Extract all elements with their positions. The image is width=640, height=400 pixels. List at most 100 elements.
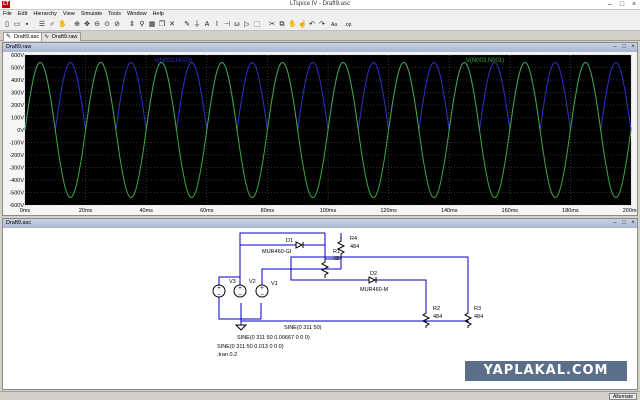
zoom-cancel-icon[interactable]: ⊘	[113, 21, 121, 29]
zoom-in-icon[interactable]: ⊕	[73, 21, 81, 29]
diode-icon[interactable]: ▷	[243, 21, 251, 29]
copy-icon[interactable]: ⧉	[278, 21, 286, 29]
y-tick-label: -200V	[9, 153, 24, 159]
menu-view[interactable]: View	[60, 10, 78, 19]
close-icon[interactable]: ×	[628, 0, 640, 9]
y-tick-label: 500V	[11, 66, 24, 72]
wire-icon[interactable]: ✎	[183, 21, 191, 29]
menu-hierarchy[interactable]: Hierarchy	[30, 10, 60, 19]
inductor-icon[interactable]: ω	[233, 21, 241, 29]
menu-edit[interactable]: Edit	[15, 10, 30, 19]
label-d1: D1	[286, 238, 293, 244]
x-tick-label: 160ms	[502, 208, 519, 214]
waveform-plot[interactable]: 0ms 20ms 40ms 60ms 80ms 100ms 120ms 140ms 160ms 1…	[3, 43, 637, 215]
x-tick-label: 20ms	[79, 208, 93, 214]
halt-icon[interactable]: ✋	[58, 21, 67, 29]
menu-help[interactable]: Help	[150, 10, 167, 19]
x-tick-label: 60ms	[200, 208, 214, 214]
tile-icon[interactable]: ▦	[148, 21, 156, 29]
menu-window[interactable]: Window	[124, 10, 150, 19]
tab-label: Draft9.raw	[52, 34, 78, 40]
label-r1-value: 484	[333, 256, 342, 262]
redo-icon[interactable]: ↷	[318, 21, 326, 29]
waveform-viewer-pane: Draft9.raw – □ × 0ms 20ms 40ms 60ms 80ms 100m…	[2, 42, 638, 216]
maximize-icon[interactable]: □	[616, 0, 628, 9]
legend-entry-1: V(N003,N001)	[466, 58, 504, 64]
label-r4-value: 484	[350, 244, 359, 250]
label-d1-model: MUR460-GI	[262, 249, 292, 255]
tab-draft9-asc[interactable]: ✎ Draft9.asc	[3, 32, 44, 41]
schematic-tab-icon: ✎	[6, 34, 12, 40]
x-tick-label: 180ms	[562, 208, 579, 214]
label-v2: V2	[249, 279, 256, 285]
label-r1: R1	[333, 249, 340, 255]
label-r3-value: 484	[474, 314, 483, 320]
drag-icon[interactable]: ☝	[298, 21, 307, 29]
pan-icon[interactable]: ✥	[83, 21, 91, 29]
run-icon[interactable]: ♂	[48, 21, 56, 29]
text-icon[interactable]: Aa	[328, 21, 340, 29]
label-v3-value: SINE(0 311 50 0.013 0 0 0)	[217, 344, 284, 350]
y-tick-label: -100V	[9, 141, 24, 147]
tab-draft9-raw[interactable]: ∿ Draft9.raw	[41, 32, 82, 41]
label-v2-value: SINE(0 311 50 0.00667 0 0 0)	[237, 335, 310, 341]
settings-icon[interactable]: ☰	[38, 21, 46, 29]
menu-file[interactable]: File	[0, 10, 15, 19]
x-tick-label: 40ms	[139, 208, 153, 214]
autorange-icon[interactable]: ⇕	[128, 21, 136, 29]
y-tick-label: 300V	[11, 91, 24, 97]
x-tick-label: 80ms	[261, 208, 275, 214]
spice-directive-icon[interactable]: .op	[342, 21, 354, 29]
label-d2: D2	[370, 271, 377, 277]
cut-icon[interactable]: ✂	[268, 21, 276, 29]
undo-icon[interactable]: ↶	[308, 21, 316, 29]
cascade-icon[interactable]: ❐	[158, 21, 166, 29]
status-bar: Alternate	[0, 391, 640, 400]
y-tick-label: 0V	[17, 128, 24, 134]
y-tick-label: 100V	[11, 116, 24, 122]
label-r3: R3	[474, 306, 481, 312]
open-folder-icon[interactable]: ▭	[13, 21, 21, 29]
menu-tools[interactable]: Tools	[105, 10, 124, 19]
y-tick-label: -300V	[9, 166, 24, 172]
y-tick-label: -600V	[9, 203, 24, 209]
waveform-tab-icon: ∿	[44, 34, 50, 40]
minimize-icon[interactable]: –	[604, 0, 616, 9]
spice-directive-tran: .tran 0.2	[217, 352, 237, 358]
close-icon[interactable]: ✕	[168, 21, 176, 29]
menu-simulate[interactable]: Simulate	[78, 10, 105, 19]
probe-icon[interactable]: ⚲	[138, 21, 146, 29]
window-title: LTspice IV - Draft9.asc	[290, 1, 350, 7]
new-file-icon[interactable]: ▯	[3, 21, 11, 29]
x-tick-label: 120ms	[380, 208, 397, 214]
label-icon[interactable]: A	[203, 21, 211, 29]
save-icon[interactable]: ▪	[23, 21, 31, 29]
x-tick-label: 140ms	[441, 208, 458, 214]
label-d2-model: MUR460-M	[360, 287, 389, 293]
resistor-r2-icon	[421, 311, 431, 328]
document-tabs: ✎ Draft9.asc ∿ Draft9.raw	[0, 31, 640, 41]
y-tick-label: -400V	[9, 178, 24, 184]
x-tick-label: 200ms	[623, 208, 637, 214]
move-icon[interactable]: ✋	[288, 21, 297, 29]
label-v1: V1	[271, 281, 278, 287]
y-tick-label: 400V	[11, 78, 24, 84]
menu-bar: File Edit Hierarchy View Simulate Tools Window…	[0, 10, 640, 19]
zoom-fit-icon[interactable]: ⊙	[103, 21, 111, 29]
component-icon[interactable]: ⬚	[253, 21, 261, 29]
capacitor-icon[interactable]: ⊣	[223, 21, 231, 29]
tab-label: Draft9.asc	[14, 34, 40, 40]
diode-d2-icon	[368, 276, 377, 284]
status-mode: Alternate	[608, 393, 637, 400]
resistor-icon[interactable]: ⌇	[213, 21, 221, 29]
zoom-out-icon[interactable]: ⊖	[93, 21, 101, 29]
schematic-labels: D1 MUR460-GI R4 484 R1 484 D2 MUR460-M R…	[217, 236, 483, 358]
y-tick-label: -500V	[9, 191, 24, 197]
y-tick-label: 200V	[11, 103, 24, 109]
label-r2: R2	[433, 306, 440, 312]
legend-entry-0: V(N002,N003)	[154, 58, 192, 64]
resistor-r3-icon	[463, 311, 473, 328]
label-v3: V3	[229, 279, 236, 285]
ground-icon[interactable]: ⏚	[193, 21, 201, 29]
label-v1-value: SINE(0 311 50)	[284, 325, 322, 331]
